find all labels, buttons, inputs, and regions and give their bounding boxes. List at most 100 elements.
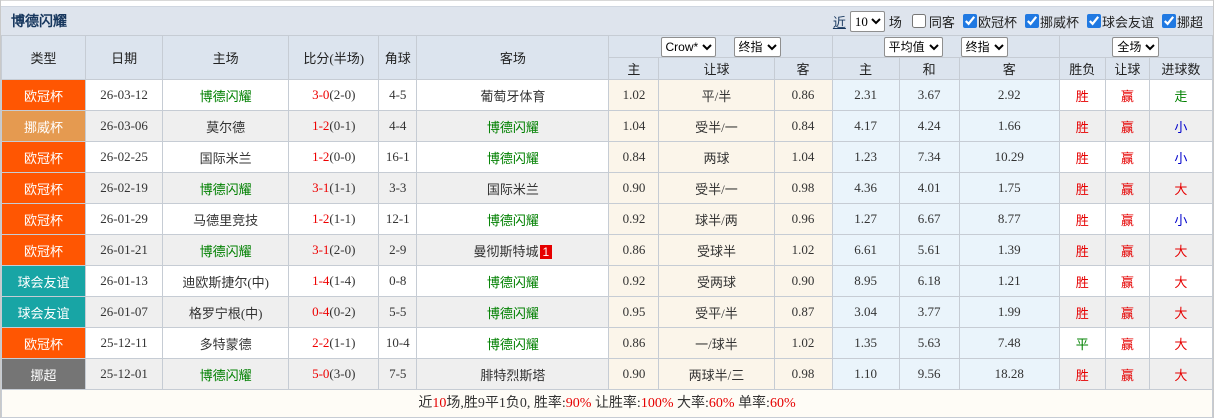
halftime-score: (0-0) [329,149,356,164]
competition-type-tag: 球会友谊 [0,265,87,297]
score-cell: 2-2(1-1) [288,327,380,359]
match-row: 欧冠杯 26-01-29 马德里竞技 1-2(1-1) 12-1 博德闪耀 0.… [0,203,1214,235]
match-history-table: 类型 日期 主场 比分(半场) 角球 客场 Crow* 终指 平均值 终指 全场… [0,35,1214,390]
europe-away-odds: 1.66 [958,110,1060,142]
handicap-home-odds: 0.92 [608,203,660,235]
home-team: 博德闪耀 [162,79,290,111]
competition-filter: 挪超 [1154,12,1203,31]
handicap-source-select[interactable]: Crow* [660,36,716,57]
handicap-result: 赢 [1104,203,1150,235]
away-team: 曼彻斯特城 1 [416,234,610,266]
away-team: 博德闪耀 [416,296,610,328]
fulltime-score: 3-1 [312,242,330,257]
away-team-name: 博德闪耀 [486,336,539,352]
recent-link[interactable]: 近 [833,12,846,31]
competition-checkbox-3[interactable] [1086,14,1101,28]
handicap-result: 赢 [1104,327,1150,359]
summary-text: 大率: [673,396,709,411]
col-header-date: 日期 [85,35,164,80]
match-row: 球会友谊 26-01-07 格罗宁根(中) 0-4(0-2) 5-5 博德闪耀 … [0,296,1214,328]
col-header-score: 比分(半场) [288,35,380,80]
handicap-away-odds: 0.90 [773,265,833,297]
home-team: 莫尔德 [162,110,290,142]
europe-draw-odds: 4.24 [898,110,960,142]
handicap-result: 赢 [1104,265,1150,297]
europe-away-odds: 7.48 [958,327,1060,359]
home-team: 博德闪耀 [162,234,290,266]
outcome-result: 胜 [1058,234,1106,266]
corner-count: 3-3 [378,172,418,204]
col-header-outcome: 胜负 [1058,57,1106,80]
away-team: 博德闪耀 [416,327,610,359]
europe-away-odds: 8.77 [958,203,1060,235]
match-row: 挪超 25-12-01 博德闪耀 5-0(3-0) 7-5 腓特烈斯塔 0.90… [0,358,1214,390]
fulltime-score: 1-2 [312,118,330,133]
handicap-home-odds: 1.02 [608,79,660,111]
europe-away-odds: 1.39 [958,234,1060,266]
outcome-result: 胜 [1058,172,1106,204]
match-date: 26-02-25 [85,141,164,173]
fulltime-score: 1-4 [312,273,330,288]
competition-type-tag: 挪威杯 [0,110,87,142]
outcome-result: 胜 [1058,79,1106,111]
goals-result: 大 [1148,234,1214,266]
europe-source-select[interactable]: 平均值 [883,36,943,57]
goals-result: 大 [1148,265,1214,297]
away-team-name: 博德闪耀 [486,305,539,321]
filter-bar: 博德闪耀 近 10 场 同客 欧冠杯 挪威杯 球会友谊 挪超 [1,6,1213,35]
header-row-groups: 类型 日期 主场 比分(半场) 角球 客场 Crow* 终指 平均值 终指 全场 [0,35,1214,80]
score-cell: 3-0(2-0) [288,79,380,111]
col-header-euro-draw: 和 [898,57,960,80]
handicap-time-select[interactable]: 终指 [733,36,781,57]
corner-count: 2-9 [378,234,418,266]
goals-result: 小 [1148,203,1214,235]
competition-checkbox-label: 球会友谊 [1101,14,1154,30]
col-header-euro-away: 客 [958,57,1060,80]
europe-away-odds: 18.28 [958,358,1060,390]
score-cell: 5-0(3-0) [288,358,380,390]
handicap-home-odds: 0.92 [608,265,660,297]
europe-time-select[interactable]: 终指 [960,36,1008,57]
away-team-name: 博德闪耀 [486,119,539,135]
competition-checkbox-label: 挪威杯 [1039,14,1079,30]
corner-count: 7-5 [378,358,418,390]
recent-count-select[interactable]: 10 [849,10,885,32]
halftime-score: (1-4) [329,273,356,288]
col-header-goals-result: 进球数 [1148,57,1214,80]
away-team-name: 博德闪耀 [486,212,539,228]
halftime-score: (1-1) [329,211,356,226]
summary-value: 10 [432,396,447,411]
away-team: 博德闪耀 [416,110,610,142]
competition-filter: 球会友谊 [1079,12,1154,31]
europe-draw-odds: 3.67 [898,79,960,111]
handicap-line: 平/半 [658,79,775,111]
competition-checkbox-2[interactable] [1024,14,1039,28]
handicap-away-odds: 0.98 [773,172,833,204]
filters: 近 10 场 同客 欧冠杯 挪威杯 球会友谊 挪超 [833,10,1203,32]
handicap-away-odds: 0.86 [773,79,833,111]
away-team: 博德闪耀 [416,141,610,173]
corner-count: 0-8 [378,265,418,297]
competition-checkbox-4[interactable] [1161,14,1176,28]
goals-result: 大 [1148,296,1214,328]
outcome-result: 胜 [1058,110,1106,142]
competition-type-tag: 欧冠杯 [0,172,87,204]
handicap-line: 受两球 [658,265,775,297]
match-table-body: 欧冠杯 26-03-12 博德闪耀 3-0(2-0) 4-5 葡萄牙体育 1.0… [0,79,1214,390]
summary-value: 100% [640,396,674,411]
col-header-home: 主场 [162,35,290,80]
competition-type-tag: 欧冠杯 [0,79,87,111]
result-scope-select[interactable]: 全场 [1112,36,1160,57]
europe-away-odds: 1.75 [958,172,1060,204]
goals-result: 小 [1148,141,1214,173]
handicap-home-odds: 0.90 [608,172,660,204]
competition-filter: 欧冠杯 [955,12,1017,31]
match-date: 26-03-06 [85,110,164,142]
handicap-home-odds: 0.86 [608,234,660,266]
same-away-checkbox[interactable] [911,14,926,28]
halftime-score: (1-1) [329,335,356,350]
competition-checkbox-1[interactable] [962,14,977,28]
away-team-name: 国际米兰 [486,181,539,197]
col-header-hcap-away: 客 [773,57,833,80]
europe-home-odds: 8.95 [831,265,900,297]
